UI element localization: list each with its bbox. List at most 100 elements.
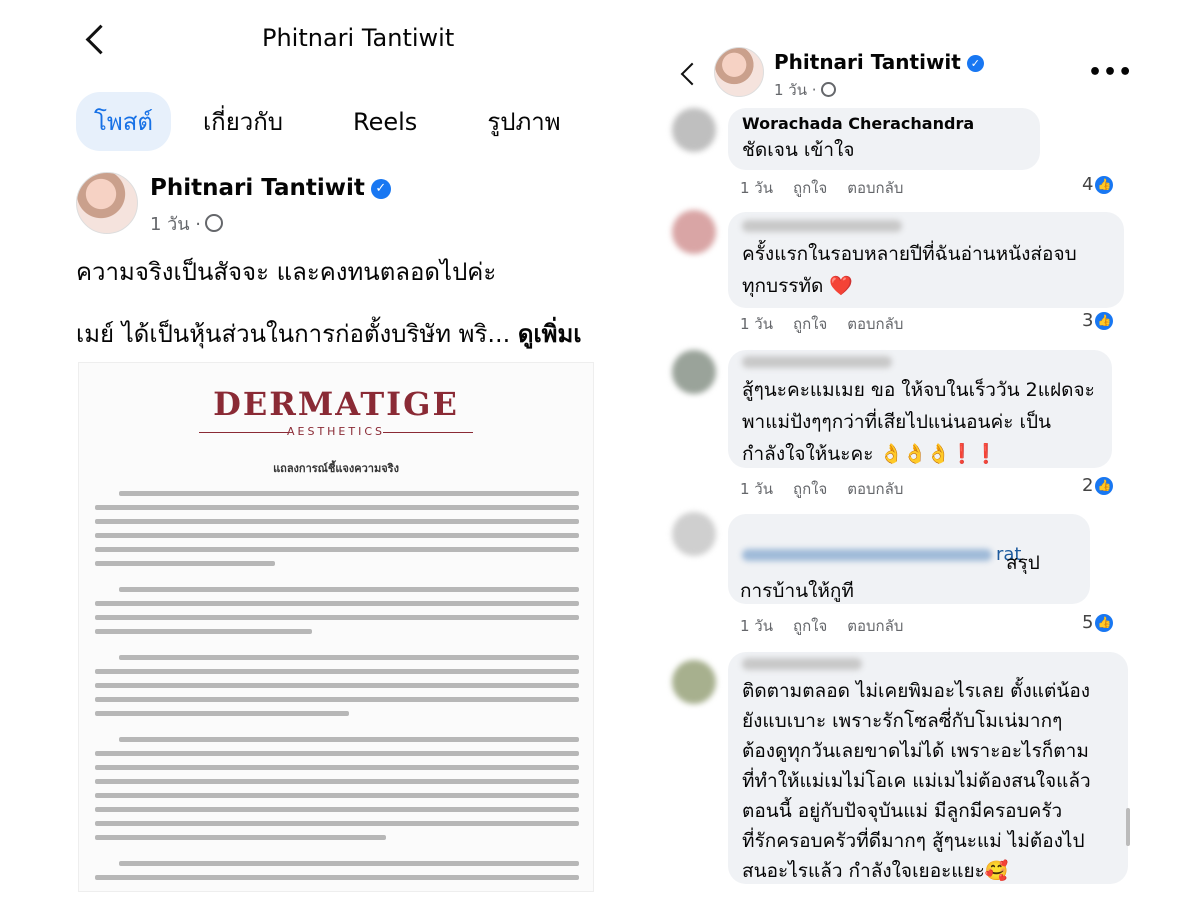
more-options-icon[interactable]: •••: [1088, 60, 1133, 85]
reply-button[interactable]: ตอบกลับ: [847, 179, 903, 197]
like-reaction-icon: 👍: [1095, 614, 1114, 632]
comment-time[interactable]: 1 วัน: [740, 315, 773, 333]
reaction-number: 3: [1082, 310, 1094, 331]
reply-button[interactable]: ตอบกลับ: [847, 480, 903, 498]
document-text-line: [95, 779, 579, 784]
post-text-line: ความจริงเป็นสัจจะ และคงทนตลอดไปค่ะ: [76, 258, 497, 286]
post-author[interactable]: Phitnari Tantiwit ✓: [150, 175, 391, 201]
avatar[interactable]: [76, 172, 138, 234]
reaction-count[interactable]: 2 👍: [1082, 475, 1114, 496]
document-text-line: [95, 601, 579, 606]
document-text-line: [95, 697, 579, 702]
comment-author[interactable]: [742, 658, 862, 670]
document-text-line: [119, 655, 579, 660]
back-arrow-icon[interactable]: [85, 24, 116, 55]
document-text-line: [95, 751, 579, 756]
scrollbar[interactable]: [1126, 808, 1130, 846]
tab-about[interactable]: เกี่ยวกับ: [185, 92, 301, 151]
tab-reels[interactable]: Reels: [335, 98, 435, 146]
document-text-line: [95, 561, 275, 566]
comment-time[interactable]: 1 วัน: [740, 179, 773, 197]
reply-button[interactable]: ตอบกลับ: [847, 617, 903, 635]
comment-text: ชัดเจน เข้าใจ: [742, 139, 855, 161]
document-text-line: [119, 861, 579, 866]
comment-time[interactable]: 1 วัน: [740, 480, 773, 498]
document-text-line: [95, 683, 579, 688]
reaction-count[interactable]: 5 👍: [1082, 612, 1114, 633]
like-reaction-icon: 👍: [1095, 312, 1114, 330]
comment-author[interactable]: Worachada Cherachandra: [742, 114, 1026, 133]
comment-author[interactable]: [742, 548, 992, 561]
document-text-line: [95, 793, 579, 798]
tab-photos[interactable]: รูปภาพ: [469, 92, 578, 151]
page-title: Phitnari Tantiwit: [262, 24, 455, 52]
document-text-line: [95, 875, 579, 880]
tab-posts[interactable]: โพสต์: [76, 92, 171, 151]
comment-author[interactable]: [742, 356, 892, 368]
document-text-line: [95, 669, 579, 674]
brand-logo: DERMATIGE: [213, 385, 459, 423]
document-text-line: [119, 737, 579, 742]
reply-button[interactable]: ตอบกลับ: [847, 315, 903, 333]
like-button[interactable]: ถูกใจ: [793, 179, 827, 197]
comment-text: ติดตามตลอด ไม่เคยพิมอะไรเลย ตั้งแต่น้อง …: [742, 680, 1091, 882]
comment-actions: 1 วัน ถูกใจ ตอบกลับ: [740, 176, 923, 200]
post-author[interactable]: Phitnari Tantiwit ✓: [774, 50, 984, 74]
commenter-avatar[interactable]: [672, 512, 716, 556]
comment-text: ครั้งแรกในรอบหลายปีที่ฉันอ่านหนังส่อจบ ท…: [742, 243, 1077, 297]
reaction-number: 2: [1082, 475, 1094, 496]
comment-bubble: ครั้งแรกในรอบหลายปีที่ฉันอ่านหนังส่อจบ ท…: [728, 212, 1124, 308]
commenter-avatar[interactable]: [672, 210, 716, 254]
document-title: แถลงการณ์ชี้แจงความจริง: [273, 462, 399, 475]
author-name[interactable]: Phitnari Tantiwit: [774, 50, 961, 74]
comment-actions: 1 วัน ถูกใจ ตอบกลับ: [740, 614, 923, 638]
document-text-line: [95, 807, 579, 812]
comment-text-line: การบ้านให้กูที: [740, 580, 854, 602]
comment-actions: 1 วัน ถูกใจ ตอบกลับ: [740, 477, 923, 501]
comments-panel: Phitnari Tantiwit ✓ 1 วัน · ••• Worachada…: [640, 0, 1200, 900]
document-text-line: [95, 711, 349, 716]
statement-document-image[interactable]: DERMATIGE AESTHETICS แถลงการณ์ชี้แจงความ…: [78, 362, 594, 892]
reaction-count[interactable]: 4 👍: [1082, 174, 1114, 195]
author-name[interactable]: Phitnari Tantiwit: [150, 175, 365, 201]
like-button[interactable]: ถูกใจ: [793, 480, 827, 498]
post-meta: 1 วัน ·: [150, 209, 224, 238]
reaction-count[interactable]: 3 👍: [1082, 310, 1114, 331]
avatar[interactable]: [714, 47, 764, 97]
see-more-link[interactable]: ดูเพิ่มเ: [518, 320, 582, 348]
comment-bubble: ติดตามตลอด ไม่เคยพิมอะไรเลย ตั้งแต่น้อง …: [728, 652, 1128, 884]
document-text-line: [95, 547, 579, 552]
globe-icon: [205, 214, 224, 232]
document-text-line: [95, 821, 579, 826]
commenter-avatar[interactable]: [672, 108, 716, 152]
post-time[interactable]: 1 วัน ·: [150, 214, 201, 235]
verified-badge-icon: ✓: [966, 55, 984, 72]
like-button[interactable]: ถูกใจ: [793, 617, 827, 635]
document-text-line: [95, 835, 386, 840]
document-text-line: [95, 765, 579, 770]
comment-bubble: สู้ๆนะคะแมเมย ขอ ให้จบในเร็ววัน 2แฝดจะ พ…: [728, 350, 1112, 468]
comment-author[interactable]: [742, 220, 902, 232]
comment-time[interactable]: 1 วัน: [740, 617, 773, 635]
comment-text-line: สรุป: [1006, 552, 1040, 574]
comment-bubble: Worachada Cherachandra ชัดเจน เข้าใจ: [728, 108, 1040, 170]
document-text-line: [95, 615, 579, 620]
document-text-line: [95, 519, 579, 524]
divider: [383, 432, 473, 433]
comment-text: สู้ๆนะคะแมเมย ขอ ให้จบในเร็ววัน 2แฝดจะ พ…: [742, 379, 1095, 465]
commenter-avatar[interactable]: [672, 350, 716, 394]
like-reaction-icon: 👍: [1095, 477, 1114, 495]
document-text-line: [119, 587, 579, 592]
commenter-avatar[interactable]: [672, 660, 716, 704]
like-reaction-icon: 👍: [1095, 176, 1114, 194]
like-button[interactable]: ถูกใจ: [793, 315, 827, 333]
reaction-number: 5: [1082, 612, 1094, 633]
post-time[interactable]: 1 วัน ·: [774, 81, 817, 99]
document-text-line: [119, 491, 579, 496]
back-arrow-icon[interactable]: [680, 62, 704, 86]
profile-tabs: โพสต์ เกี่ยวกับ Reels รูปภาพ: [76, 92, 579, 151]
document-text-line: [95, 533, 579, 538]
reaction-number: 4: [1082, 174, 1094, 195]
profile-post-panel: Phitnari Tantiwit โพสต์ เกี่ยวกับ Reels …: [0, 0, 600, 900]
post-text-excerpt: เมย์ ได้เป็นหุ้นส่วนในการก่อตั้งบริษัท พ…: [76, 320, 511, 348]
